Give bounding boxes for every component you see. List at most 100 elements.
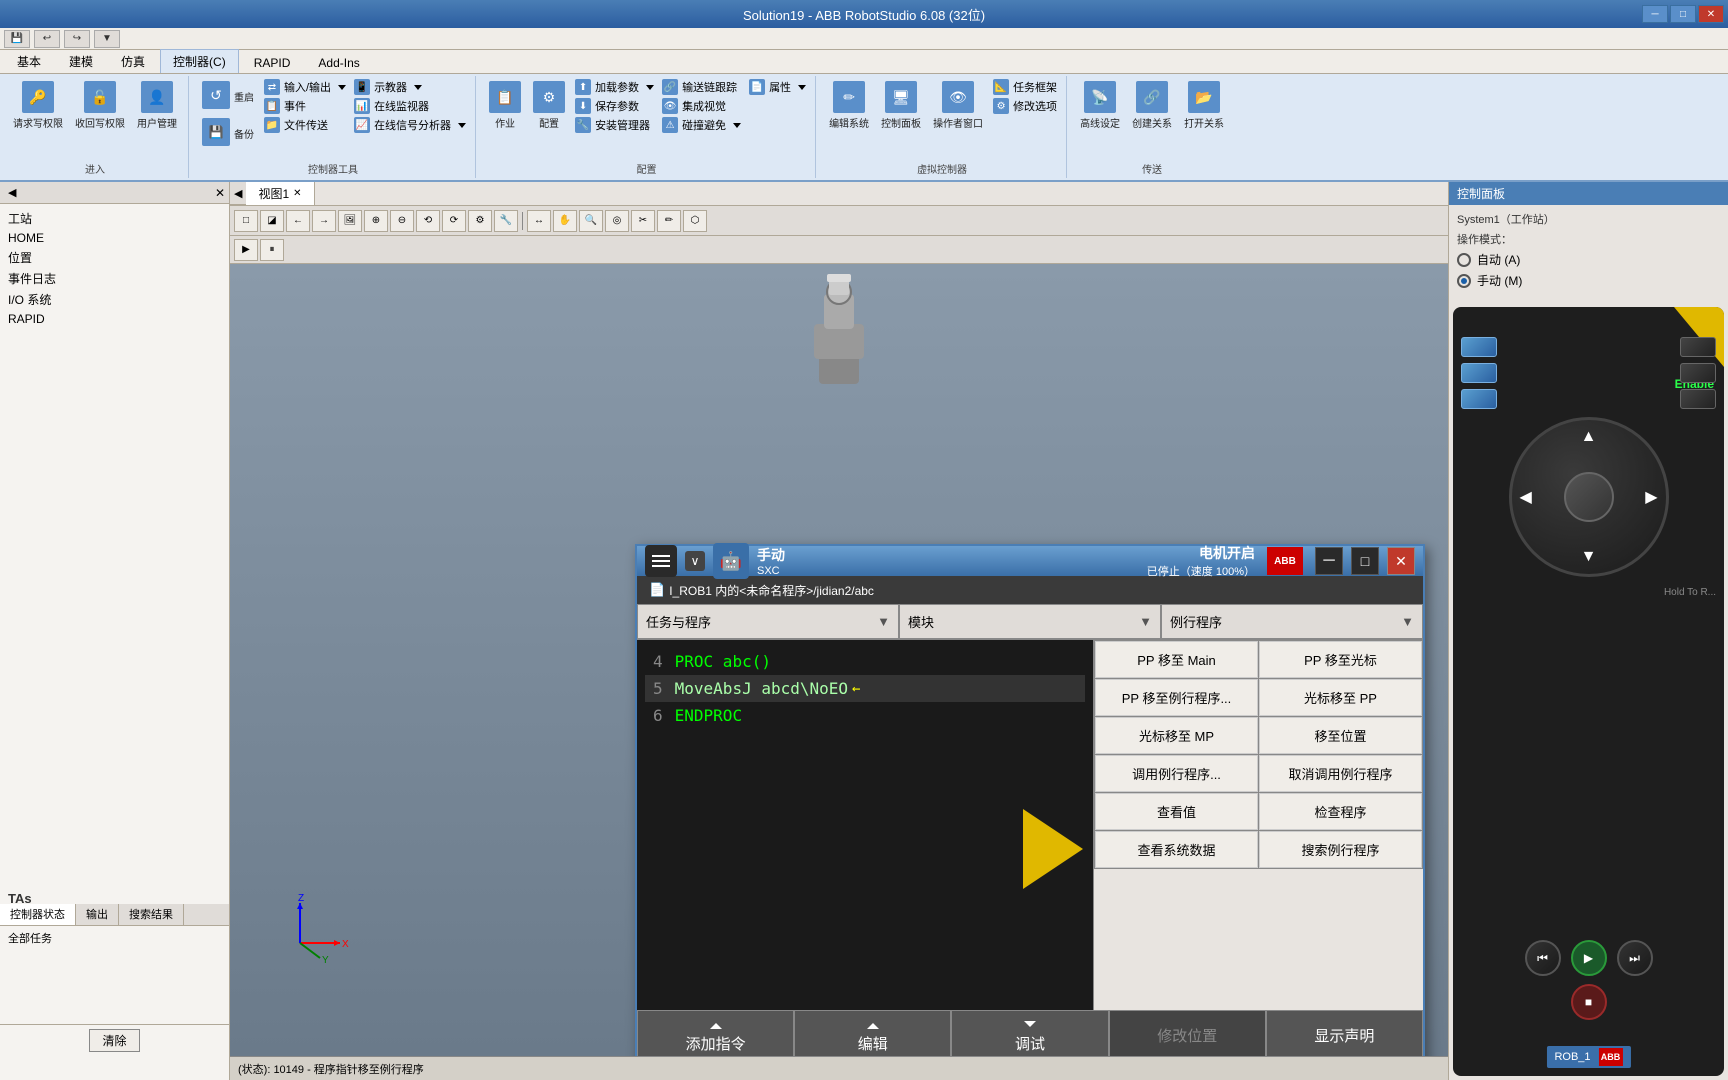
nav-rapid[interactable]: RAPID	[0, 310, 229, 328]
control-panel-button[interactable]: 🖥 控制面板	[876, 78, 926, 133]
nav-position[interactable]: 位置	[0, 247, 229, 268]
vp-btn-9[interactable]: ⟳	[442, 210, 466, 232]
collision-button[interactable]: ⚠ 碰撞避免	[659, 116, 744, 134]
close-button[interactable]: ✕	[1698, 5, 1724, 23]
vp-btn-2[interactable]: ◪	[260, 210, 284, 232]
create-relation-button[interactable]: 🔗 创建关系	[1127, 78, 1177, 133]
move-to-pos-button[interactable]: 移至位置	[1259, 717, 1422, 754]
sec-btn-1[interactable]: ▶	[234, 239, 258, 261]
module-dropdown[interactable]: 模块 ▼	[899, 604, 1161, 639]
cancel-call-button[interactable]: 取消调用例行程序	[1259, 755, 1422, 792]
search-routine-button[interactable]: 搜索例行程序	[1259, 831, 1422, 868]
qa-custom-button[interactable]: ▼	[94, 30, 120, 48]
install-manager-button[interactable]: 🔧 安装管理器	[572, 116, 657, 134]
tab-basic[interactable]: 基本	[4, 49, 54, 73]
tab-controller-status[interactable]: 控制器状态	[0, 904, 76, 925]
panel-close-button[interactable]: ✕	[211, 186, 229, 200]
vp-btn-4[interactable]: →	[312, 210, 336, 232]
request-write-button[interactable]: 🔑 请求写权限	[8, 78, 68, 133]
maximize-button[interactable]: □	[1670, 5, 1696, 23]
clear-button[interactable]: 清除	[89, 1029, 139, 1052]
joystick-center[interactable]	[1564, 472, 1614, 522]
load-params-button[interactable]: ⬆ 加载参数	[572, 78, 657, 96]
sec-btn-2[interactable]: ⏸	[260, 239, 284, 261]
dialog-menu-button[interactable]	[645, 545, 677, 577]
vp-btn-11[interactable]: 🔧	[494, 210, 518, 232]
tab-model[interactable]: 建模	[56, 49, 106, 73]
check-program-button[interactable]: 检查程序	[1259, 793, 1422, 830]
config-btn[interactable]: ⚙ 配置	[528, 78, 570, 133]
dialog-minimize-button[interactable]: ─	[1315, 547, 1343, 575]
file-transfer-button[interactable]: 📁 文件传送	[261, 116, 349, 134]
online-monitor-button[interactable]: 📊 在线监视器	[351, 97, 469, 115]
modify-options-button[interactable]: ⚙ 修改选项	[990, 97, 1060, 115]
open-relation-button[interactable]: 📂 打开关系	[1179, 78, 1229, 133]
job-button[interactable]: 📋 作业	[484, 78, 526, 133]
ctrl-btn-r2[interactable]	[1680, 363, 1716, 383]
pp-to-routine-button[interactable]: PP 移至例行程序...	[1095, 679, 1258, 716]
call-routine-button[interactable]: 调用例行程序...	[1095, 755, 1258, 792]
qa-undo-button[interactable]: ↩	[34, 30, 60, 48]
ctrl-round-3[interactable]: ⏭	[1617, 940, 1653, 976]
vp-btn-3[interactable]: ←	[286, 210, 310, 232]
dialog-restore-button[interactable]: □	[1351, 547, 1379, 575]
vp-btn-16[interactable]: ✂	[631, 210, 655, 232]
vp-btn-8[interactable]: ⟲	[416, 210, 440, 232]
tab-rapid[interactable]: RAPID	[241, 52, 304, 73]
vp-btn-15[interactable]: ◎	[605, 210, 629, 232]
auto-mode-option[interactable]: 自动 (A)	[1457, 251, 1720, 268]
integrated-vision-button[interactable]: 👁 集成视觉	[659, 97, 744, 115]
vp-btn-17[interactable]: ✏	[657, 210, 681, 232]
task-dropdown[interactable]: 任务与程序 ▼	[637, 604, 899, 639]
view-system-data-button[interactable]: 查看系统数据	[1095, 831, 1258, 868]
ctrl-play-button[interactable]: ▶	[1571, 940, 1607, 976]
operator-window-button[interactable]: 👁 操作者窗口	[928, 78, 988, 133]
dialog-close-button[interactable]: ✕	[1387, 547, 1415, 575]
properties-button[interactable]: 📄 属性	[746, 78, 809, 96]
pp-to-main-button[interactable]: PP 移至 Main	[1095, 641, 1258, 678]
vp-btn-7[interactable]: ⊖	[390, 210, 414, 232]
nav-home[interactable]: HOME	[0, 229, 229, 247]
task-frame-button[interactable]: 📐 任务框架	[990, 78, 1060, 96]
vp-btn-14[interactable]: 🔍	[579, 210, 603, 232]
nav-io[interactable]: I/O 系统	[0, 289, 229, 310]
vp-btn-13[interactable]: ✋	[553, 210, 577, 232]
io-button[interactable]: ⇄ 输入/输出	[261, 78, 349, 96]
vp-btn-12[interactable]: ↔	[527, 210, 551, 232]
backup-button[interactable]: 💾 备份	[197, 115, 259, 151]
highline-button[interactable]: 📡 高线设定	[1075, 78, 1125, 133]
tab-search[interactable]: 搜索结果	[119, 904, 184, 925]
ctrl-stop-button[interactable]: ■	[1571, 984, 1607, 1020]
view-collapse-btn[interactable]: ◀	[230, 187, 246, 200]
ctrl-round-1[interactable]: ⏮	[1525, 940, 1561, 976]
debug-button[interactable]: 调试	[951, 1010, 1108, 1056]
events-button[interactable]: 📋 事件	[261, 97, 349, 115]
viewport-close-icon[interactable]: ✕	[293, 188, 301, 199]
vp-btn-1[interactable]: □	[234, 210, 258, 232]
view-value-button[interactable]: 查看值	[1095, 793, 1258, 830]
vp-btn-18[interactable]: ⬡	[683, 210, 707, 232]
signal-analyzer-button[interactable]: 📈 在线信号分析器	[351, 116, 469, 134]
cursor-to-mp-button[interactable]: 光标移至 MP	[1095, 717, 1258, 754]
manual-mode-option[interactable]: 手动 (M)	[1457, 272, 1720, 289]
teach-button[interactable]: 📱 示教器	[351, 78, 469, 96]
panel-tab-main[interactable]: ◀	[0, 186, 24, 199]
cursor-to-pp-button[interactable]: 光标移至 PP	[1259, 679, 1422, 716]
conveyor-button[interactable]: 🔗 输送链跟踪	[659, 78, 744, 96]
viewport-tab-1[interactable]: 视图1 ✕	[246, 182, 314, 205]
save-params-button[interactable]: ⬇ 保存参数	[572, 97, 657, 115]
dialog-expand-icon[interactable]: ∨	[685, 551, 705, 571]
qa-save-button[interactable]: 💾	[4, 30, 30, 48]
restart-button[interactable]: ↺ 重启	[197, 78, 259, 114]
pp-to-cursor-button[interactable]: PP 移至光标	[1259, 641, 1422, 678]
vp-btn-5[interactable]: 🖼	[338, 210, 362, 232]
show-decl-button[interactable]: 显示声明	[1266, 1010, 1423, 1056]
ctrl-btn-3[interactable]	[1461, 389, 1497, 409]
ctrl-btn-1[interactable]	[1461, 337, 1497, 357]
joystick-wheel[interactable]: ▲ ▼ ◀ ▶	[1509, 417, 1669, 577]
qa-redo-button[interactable]: ↪	[64, 30, 90, 48]
play-button[interactable]	[1023, 809, 1083, 889]
vp-btn-10[interactable]: ⚙	[468, 210, 492, 232]
routine-dropdown[interactable]: 例行程序 ▼	[1161, 604, 1423, 639]
tab-controller[interactable]: 控制器(C)	[160, 49, 239, 73]
